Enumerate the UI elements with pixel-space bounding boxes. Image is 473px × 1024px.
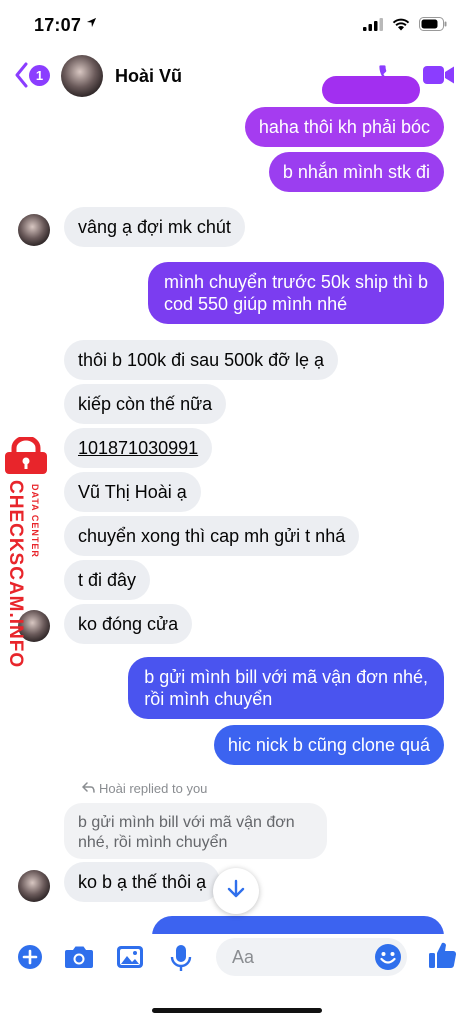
unread-badge[interactable]: 1 [29,65,50,86]
image-icon[interactable] [116,944,144,975]
contact-avatar[interactable] [61,55,103,97]
lock-icon [5,437,47,474]
scroll-to-bottom-button[interactable] [213,868,259,914]
emoji-icon[interactable] [374,943,402,976]
message-bubble-out[interactable]: b nhắn mình stk đi [268,152,444,192]
message-line: rồi mình chuyển [144,689,273,709]
contact-avatar-small [18,214,50,246]
message-bubble-in[interactable]: ko đóng cửa [64,604,193,644]
message-bubble-out[interactable] [322,76,420,104]
wifi-icon [392,18,410,36]
message-bubble-in[interactable]: ko b ạ thế thôi ạ [64,862,221,902]
microphone-icon[interactable] [170,944,192,977]
location-arrow-icon [86,17,97,31]
quoted-line: b gửi mình bill với mã vận đơn [78,814,295,831]
message-bubble-out[interactable]: hic nick b cũng clone quá [213,725,444,765]
reply-label: Hoài replied to you [99,781,208,796]
home-indicator [152,1008,322,1013]
contact-avatar-small [18,870,50,902]
composer-bar [0,934,473,1024]
arrow-down-icon [227,879,245,904]
message-bubble-out[interactable]: b gửi mình bill với mã vận đơn nhé, rồi … [128,657,444,719]
watermark-text: CHECKSCAM.INFO [5,480,26,669]
quoted-line: nhé, rồi mình chuyển [78,834,228,851]
message-bubble-in[interactable]: Vũ Thị Hoài ạ [64,472,201,512]
message-bubble-in[interactable]: chuyển xong thì cap mh gửi t nhá [64,516,360,556]
video-camera-icon[interactable] [423,64,455,91]
message-line: mình chuyển trước 50k ship thì b [164,272,428,292]
account-number-link[interactable]: 101871030991 [64,428,213,468]
message-line: b gửi mình bill với mã vận đơn nhé, [144,667,428,687]
contact-name[interactable]: Hoài Vũ [115,66,182,87]
message-bubble-in[interactable]: vâng ạ đợi mk chút [64,207,245,247]
reply-arrow-icon [81,781,95,796]
battery-icon [419,17,447,36]
camera-icon[interactable] [64,944,94,975]
quoted-message[interactable]: b gửi mình bill với mã vận đơn nhé, rồi … [64,803,327,859]
status-bar: 17:07 [0,0,473,50]
watermark-subtext: DATA CENTER [30,484,40,558]
status-time: 17:07 [34,15,82,35]
message-bubble-in[interactable]: thôi b 100k đi sau 500k đỡ lẹ ạ [64,340,338,380]
signal-bars-icon [363,17,383,36]
back-chevron-icon[interactable] [14,62,28,93]
message-bubble-in[interactable]: kiếp còn thế nữa [64,384,227,424]
message-bubble-out[interactable]: haha thôi kh phải bóc [244,107,444,147]
message-bubble-in[interactable]: t đi đây [64,560,151,600]
message-bubble-out[interactable]: mình chuyển trước 50k ship thì b cod 550… [148,262,444,324]
plus-icon[interactable] [17,944,43,975]
message-line: cod 550 giúp mình nhé [164,294,348,314]
reply-indicator: Hoài replied to you [81,781,208,796]
thumbs-up-icon[interactable] [428,940,458,975]
